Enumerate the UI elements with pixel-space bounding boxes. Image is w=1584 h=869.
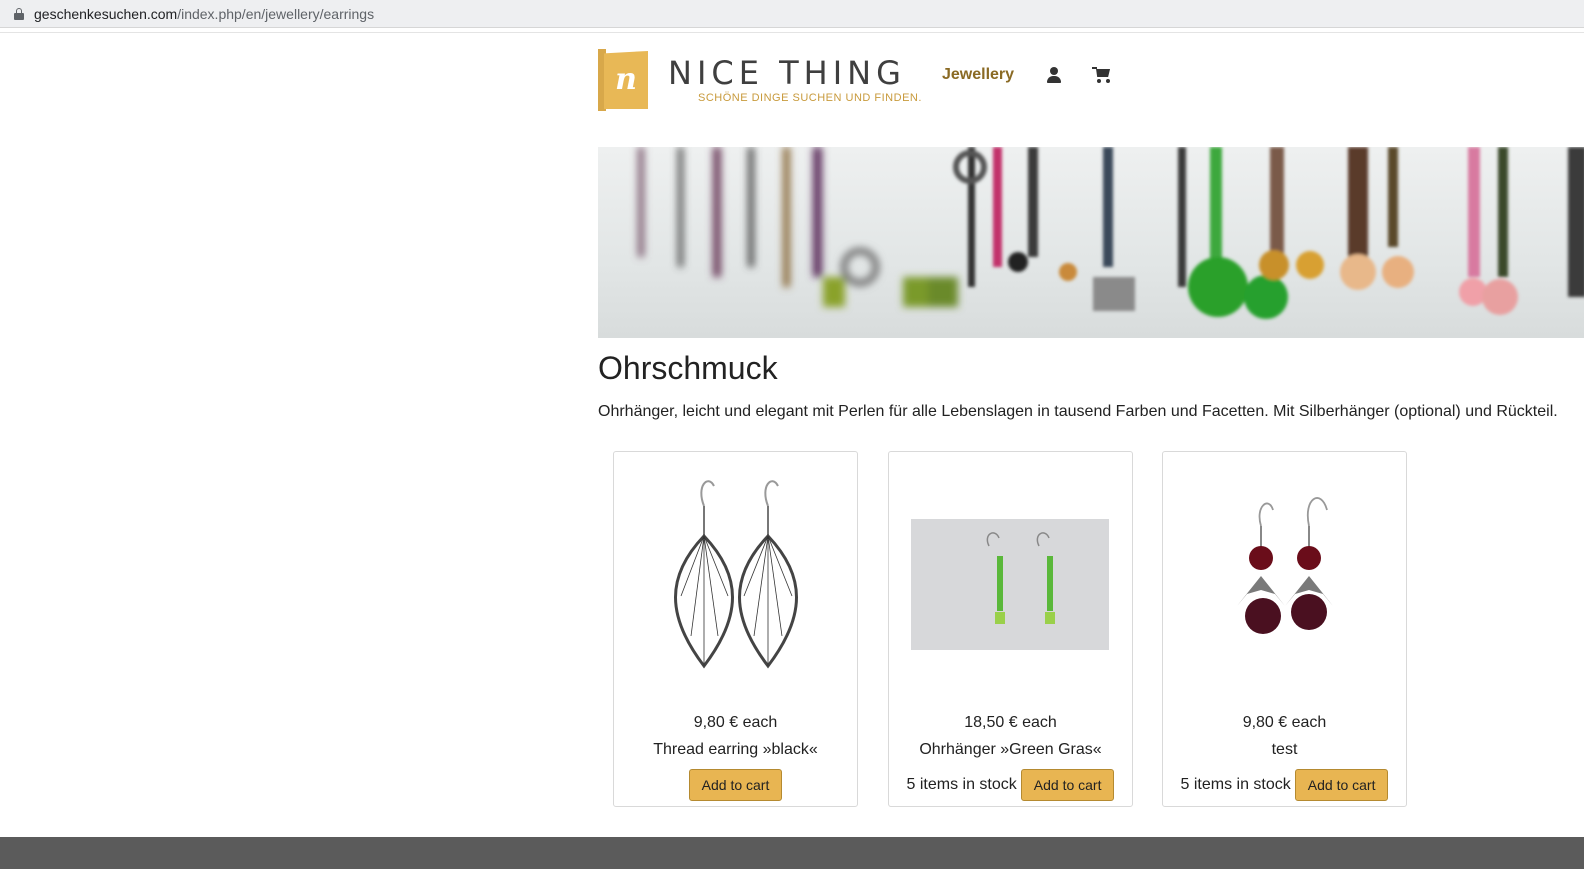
product-card[interactable]: 9,80 € each Thread earring »black« Add t…	[613, 451, 858, 807]
product-name[interactable]: test	[1163, 741, 1406, 759]
main-nav: Jewellery	[942, 66, 1112, 84]
product-image-angel-earring[interactable]	[1185, 466, 1385, 702]
logo-letter: n	[615, 61, 637, 97]
logo-icon[interactable]: n	[598, 49, 648, 111]
page-title: Ohrschmuck	[598, 350, 778, 386]
divider	[0, 32, 1584, 33]
product-card[interactable]: 9,80 € each test 5 items in stock Add to…	[1162, 451, 1407, 807]
user-icon[interactable]	[1046, 66, 1062, 84]
buy-row: 5 items in stock Add to cart	[1163, 769, 1406, 801]
cart-icon[interactable]	[1092, 66, 1112, 84]
product-price: 9,80 € each	[1242, 714, 1327, 731]
product-card[interactable]: 18,50 € each Ohrhänger »Green Gras« 5 it…	[888, 451, 1133, 807]
logo-name: NICE THING	[668, 54, 906, 92]
logo-tagline: SCHÖNE DINGE SUCHEN UND FINDEN.	[698, 92, 922, 104]
browser-url-bar[interactable]: geschenkesuchen.com/index.php/en/jewelle…	[0, 0, 1584, 28]
product-name[interactable]: Ohrhänger »Green Gras«	[889, 741, 1132, 759]
banner-image	[638, 147, 1584, 319]
site-header: n NICE THING SCHÖNE DINGE SUCHEN UND FIN…	[598, 48, 922, 112]
nav-link-jewellery[interactable]: Jewellery	[942, 66, 1014, 84]
url-domain: geschenkesuchen.com	[34, 5, 178, 22]
lock-icon	[14, 7, 24, 20]
stock-status: 5 items in stock	[906, 776, 1017, 793]
stock-status: 5 items in stock	[1180, 776, 1291, 793]
add-to-cart-button[interactable]: Add to cart	[688, 769, 783, 801]
add-to-cart-button[interactable]: Add to cart	[1294, 769, 1389, 801]
buy-row: 5 items in stock Add to cart	[889, 769, 1132, 801]
product-name[interactable]: Thread earring »black«	[614, 741, 857, 759]
category-description: Ohrhänger, leicht und elegant mit Perlen…	[598, 403, 1558, 420]
product-price: 9,80 € each	[693, 714, 778, 731]
product-price: 18,50 € each	[964, 714, 1057, 731]
product-image-thread-earring[interactable]	[636, 466, 836, 702]
product-image-green-gras[interactable]	[911, 466, 1111, 702]
logo-text[interactable]: NICE THING SCHÖNE DINGE SUCHEN UND FINDE…	[668, 56, 922, 104]
add-to-cart-button[interactable]: Add to cart	[1020, 769, 1115, 801]
buy-row: Add to cart	[614, 769, 857, 801]
url-path: /index.php/en/jewellery/earrings	[177, 5, 375, 22]
site-footer	[0, 837, 1584, 869]
hero-banner	[598, 147, 1584, 338]
